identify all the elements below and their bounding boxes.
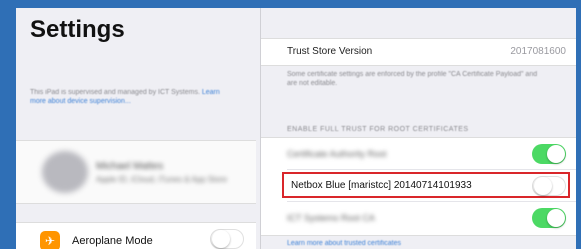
cert-row-netbox-blue: Netbox Blue [maristcc] 20140714101933	[261, 170, 576, 202]
cert-label: Netbox Blue [maristcc] 20140714101933	[291, 180, 472, 191]
ipad-screen: Settings This iPad is supervised and man…	[16, 8, 576, 249]
airplane-icon: ✈	[40, 231, 60, 249]
trust-settings-pane: Trust Store Version 2017081600 Some cert…	[261, 8, 576, 249]
trust-store-version-row: Trust Store Version 2017081600	[261, 38, 576, 66]
cert-label: ICT Systems Root CA	[287, 213, 375, 223]
root-certificates-list: Certificate Authority Root Netbox Blue […	[261, 137, 576, 236]
profile-subtitle: Apple ID, iCloud, iTunes & App Store	[96, 175, 227, 184]
trust-store-label: Trust Store Version	[287, 46, 373, 57]
sidebar-item-label: Aeroplane Mode	[72, 235, 153, 247]
profile-name: Michael Mattes	[96, 161, 164, 172]
apple-id-profile-row[interactable]: Michael Mattes Apple ID, iCloud, iTunes …	[16, 140, 256, 204]
trust-store-value: 2017081600	[510, 46, 566, 57]
cert-trust-toggle[interactable]	[532, 176, 566, 196]
cert-label: Certificate Authority Root	[287, 149, 387, 159]
page-title: Settings	[30, 16, 125, 43]
cert-trust-toggle[interactable]	[532, 208, 566, 228]
avatar	[42, 151, 88, 193]
cert-trust-toggle[interactable]	[532, 144, 566, 164]
toggle-knob	[547, 209, 565, 227]
toggle-knob	[547, 145, 565, 163]
supervision-notice: This iPad is supervised and managed by I…	[30, 88, 220, 106]
supervision-text: This iPad is supervised and managed by I…	[30, 89, 200, 96]
learn-more-link[interactable]: Learn more about trusted certificates	[287, 240, 401, 247]
cert-row: ICT Systems Root CA	[261, 202, 576, 234]
cert-row: Certificate Authority Root	[261, 138, 576, 170]
toggle-knob	[212, 230, 230, 248]
sidebar-item-aeroplane-mode[interactable]: ✈ Aeroplane Mode	[16, 222, 256, 249]
section-header: ENABLE FULL TRUST FOR ROOT CERTIFICATES	[287, 126, 469, 133]
aeroplane-mode-toggle[interactable]	[210, 229, 244, 249]
profile-enforced-note: Some certificate settings are enforced b…	[287, 71, 538, 87]
toggle-knob	[534, 177, 552, 195]
settings-sidebar: Settings This iPad is supervised and man…	[16, 8, 256, 249]
